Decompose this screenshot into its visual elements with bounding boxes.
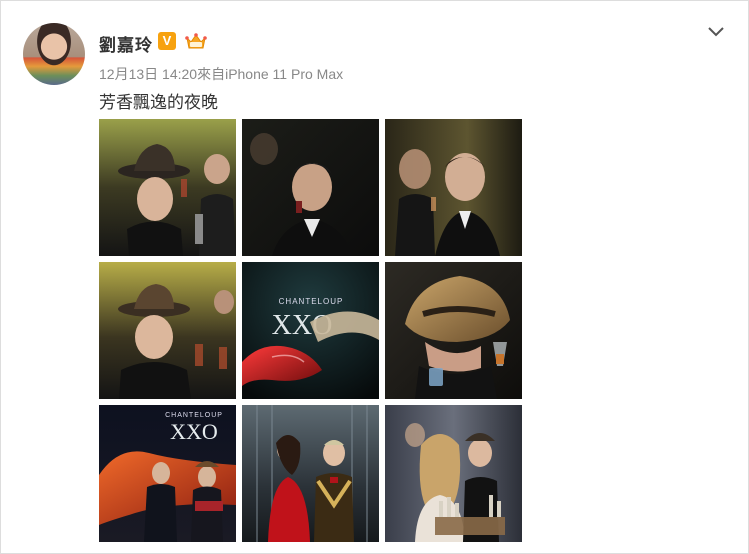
photo-grid: CHANTELOUP XXO CHANTELOUP XXO (99, 119, 522, 542)
photo-thumbnail[interactable] (242, 119, 379, 256)
brand-text-small: CHANTELOUP (165, 412, 223, 419)
brand-text-large: XXO (170, 419, 218, 444)
brand-text-small: CHANTELOUP (279, 297, 344, 306)
photo-thumbnail[interactable]: CHANTELOUP XXO (99, 405, 236, 542)
photo-thumbnail[interactable]: CHANTELOUP XXO (242, 262, 379, 399)
post-timestamp[interactable]: 12月13日 14:20 (99, 66, 197, 82)
photo-thumbnail[interactable] (242, 405, 379, 542)
photo-thumbnail[interactable] (385, 119, 522, 256)
verified-v-icon[interactable]: V (158, 32, 176, 50)
post-text: 芳香飄逸的夜晚 (99, 93, 218, 112)
chevron-down-icon[interactable] (706, 25, 726, 39)
photo-thumbnail[interactable] (385, 405, 522, 542)
photo-thumbnail[interactable] (99, 262, 236, 399)
avatar[interactable] (23, 23, 85, 85)
post-meta: 12月13日 14:20來自iPhone 11 Pro Max (99, 64, 343, 84)
post-source[interactable]: 來自iPhone 11 Pro Max (197, 66, 343, 82)
photo-thumbnail[interactable] (385, 262, 522, 399)
username[interactable]: 劉嘉玲 (99, 31, 153, 56)
post-card: 劉嘉玲 V 12月13日 14:20來自iPhone 11 Pro Max 芳香… (0, 0, 749, 554)
photo-thumbnail[interactable] (99, 119, 236, 256)
crown-member-icon[interactable] (184, 30, 208, 52)
